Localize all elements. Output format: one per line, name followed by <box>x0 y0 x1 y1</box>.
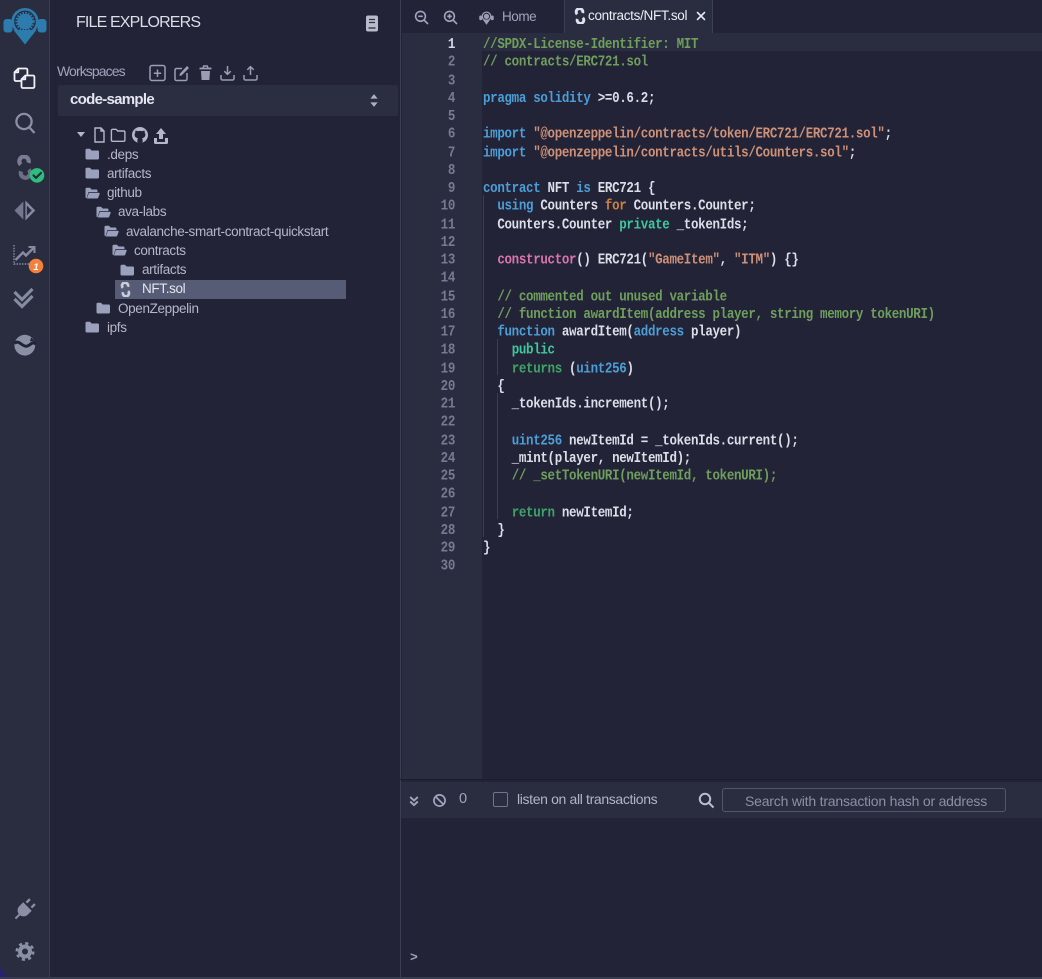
svg-text:1: 1 <box>33 262 38 273</box>
